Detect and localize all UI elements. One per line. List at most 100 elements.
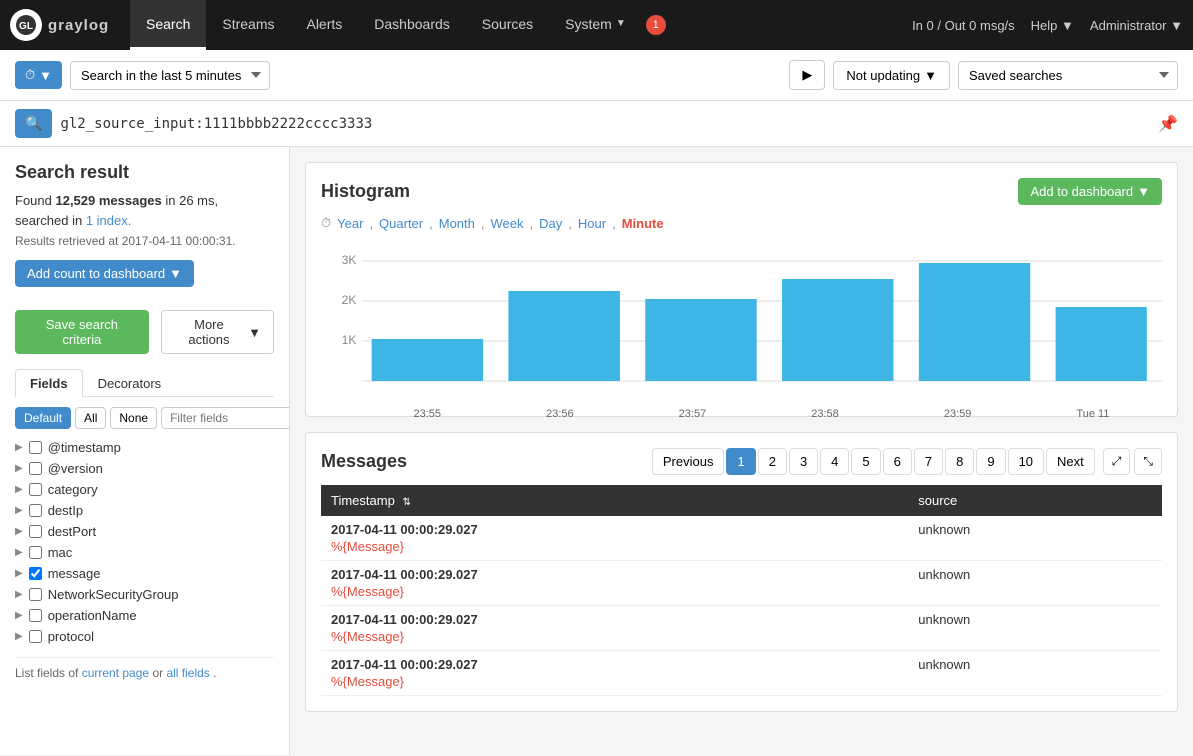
filter-default-button[interactable]: Default [15,407,71,429]
compress-button[interactable]: ⤡ [1134,448,1162,475]
nav-item-search[interactable]: Search [130,0,206,50]
field-checkbox[interactable] [29,588,42,601]
message-timestamp[interactable]: 2017-04-11 00:00:29.027 [331,612,478,627]
message-link[interactable]: %{Message} [331,539,898,554]
list-item: ▶ @version [15,458,274,479]
field-expand-arrow[interactable]: ▶ [15,526,23,537]
message-timestamp[interactable]: 2017-04-11 00:00:29.027 [331,567,478,582]
pagination-page-5[interactable]: 5 [851,448,880,475]
field-expand-arrow[interactable]: ▶ [15,442,23,453]
list-item: ▶ destIp [15,500,274,521]
play-icon: ▶ [802,67,812,82]
field-checkbox[interactable] [29,462,42,475]
field-checkbox[interactable] [29,567,42,580]
not-updating-button[interactable]: Not updating ▼ [833,61,950,90]
list-item: ▶ message [15,563,274,584]
sidebar-actions: Add count to dashboard ▼ [15,260,274,295]
field-expand-arrow[interactable]: ▶ [15,631,23,642]
pagination-page-4[interactable]: 4 [820,448,849,475]
filter-none-button[interactable]: None [110,407,157,429]
play-button[interactable]: ▶ [789,60,825,90]
message-link[interactable]: %{Message} [331,584,898,599]
tab-fields[interactable]: Fields [15,369,83,397]
admin-menu[interactable]: Administrator ▼ [1090,18,1183,33]
pin-icon[interactable]: 📌 [1158,114,1178,134]
logo[interactable]: GL graylog [10,5,120,45]
add-to-dashboard-button[interactable]: Add count to dashboard ▼ [15,260,194,287]
saved-searches-select[interactable]: Saved searches [958,61,1178,90]
message-timestamp[interactable]: 2017-04-11 00:00:29.027 [331,522,478,537]
help-menu[interactable]: Help ▼ [1031,18,1074,33]
query-search-button[interactable]: 🔍 [15,109,52,138]
time-range-button[interactable]: ⏱ ▼ [15,61,62,89]
all-fields-link[interactable]: all fields [166,666,209,680]
field-checkbox[interactable] [29,525,42,538]
period-hour[interactable]: Hour [578,216,606,231]
period-day[interactable]: Day [539,216,562,231]
sort-icon[interactable]: ⇅ [402,497,410,508]
search-bar: ⏱ ▼ Search in the last 5 minutes ▶ Not u… [0,50,1193,101]
time-range-select[interactable]: Search in the last 5 minutes [70,61,270,90]
pagination-page-10[interactable]: 10 [1008,448,1044,475]
alerts-badge[interactable]: 1 [646,15,666,35]
field-checkbox[interactable] [29,504,42,517]
list-item: ▶ @timestamp [15,437,274,458]
filter-all-button[interactable]: All [75,407,106,429]
index-link[interactable]: 1 index. [86,213,132,228]
pagination-page-2[interactable]: 2 [758,448,787,475]
chart-label: 23:57 [679,408,707,420]
messages-count: 12,529 messages [55,193,161,208]
filter-fields-input[interactable] [161,407,290,429]
pagination-page-1[interactable]: 1 [726,448,755,475]
message-timestamp[interactable]: 2017-04-11 00:00:29.027 [331,657,478,672]
nav-item-streams[interactable]: Streams [206,0,290,50]
field-name: protocol [48,629,274,644]
time-range-dropdown-arrow: ▼ [39,68,52,83]
period-quarter[interactable]: Quarter [379,216,423,231]
pagination-next[interactable]: Next [1046,448,1095,475]
period-week[interactable]: Week [491,216,524,231]
field-checkbox[interactable] [29,441,42,454]
source-column: source [908,485,1162,516]
expand-button[interactable]: ⤢ [1103,448,1131,475]
more-actions-button[interactable]: More actions ▼ [161,310,274,354]
period-minute[interactable]: Minute [622,216,664,231]
field-checkbox[interactable] [29,546,42,559]
logo-icon: GL [10,9,42,41]
field-expand-arrow[interactable]: ▶ [15,547,23,558]
field-expand-arrow[interactable]: ▶ [15,463,23,474]
period-month[interactable]: Month [439,216,475,231]
system-dropdown-arrow: ▼ [616,18,626,29]
current-page-link[interactable]: current page [82,666,149,680]
tab-decorators[interactable]: Decorators [83,369,177,397]
period-year[interactable]: Year [337,216,363,231]
query-input[interactable] [60,116,1150,132]
add-to-dashboard-histogram-button[interactable]: Add to dashboard ▼ [1018,178,1162,205]
nav-item-dashboards[interactable]: Dashboards [358,0,466,50]
field-expand-arrow[interactable]: ▶ [15,484,23,495]
nav-item-sources[interactable]: Sources [466,0,549,50]
field-checkbox[interactable] [29,609,42,622]
save-search-criteria-button[interactable]: Save search criteria [15,310,149,354]
field-name: @version [48,461,274,476]
nav-item-system[interactable]: System ▼ [549,0,642,50]
more-actions-arrow: ▼ [248,325,261,340]
field-expand-arrow[interactable]: ▶ [15,610,23,621]
chart-label: 23:56 [546,408,574,420]
pagination-page-3[interactable]: 3 [789,448,818,475]
field-checkbox[interactable] [29,630,42,643]
field-list: ▶ @timestamp ▶ @version ▶ category ▶ des… [15,437,274,647]
pagination-page-8[interactable]: 8 [945,448,974,475]
nav-item-alerts[interactable]: Alerts [290,0,358,50]
field-expand-arrow[interactable]: ▶ [15,505,23,516]
pagination-page-6[interactable]: 6 [883,448,912,475]
pagination-page-7[interactable]: 7 [914,448,943,475]
pagination-previous[interactable]: Previous [652,448,725,475]
message-link[interactable]: %{Message} [331,674,898,689]
field-expand-arrow[interactable]: ▶ [15,589,23,600]
svg-text:GL: GL [19,21,33,32]
message-link[interactable]: %{Message} [331,629,898,644]
pagination-page-9[interactable]: 9 [976,448,1005,475]
field-expand-arrow[interactable]: ▶ [15,568,23,579]
field-checkbox[interactable] [29,483,42,496]
